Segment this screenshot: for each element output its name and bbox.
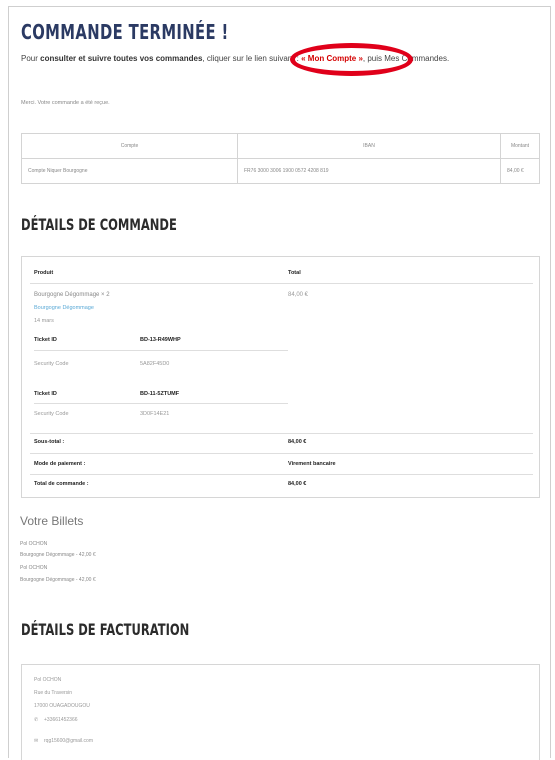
billing-city: 17000 OUAGADOUGOU [34,703,90,709]
security-code-value: 3D0F14E21 [140,411,170,417]
order-total-value: 84,00 € [288,481,307,487]
product-name: Bourgogne Dégommage × 2 [34,292,110,298]
cell-compte: Compte Niquer Bourgogne [21,158,238,184]
cell-iban: FR76 3000 3006 1900 0572 4208 819 [237,158,501,184]
payment-method-value: Virement bancaire [288,461,336,467]
intro-bold: consulter et suivre toutes vos commandes [40,54,203,63]
col-header-iban: IBAN [237,133,501,159]
order-details-box: Produit Total Bourgogne Dégommage × 2 84… [21,256,540,498]
divider [34,403,288,404]
billet-holder: Pol OCHON [20,565,48,571]
account-table: Compte IBAN Montant Compte Niquer Bourgo… [21,133,540,184]
order-details-heading: DÉTAILS DE COMMANDE [21,215,177,234]
cell-montant: 84,00 € [500,158,540,184]
red-highlight-circle [290,43,413,76]
phone-icon: ✆ [34,717,39,723]
ticket-id-value: BD-11-5ZTUMF [140,391,180,397]
security-code-value: 5A82F45D0 [140,361,170,367]
subtotal-value: 84,00 € [288,439,307,445]
ticket-id-value: BD-13-R49WHP [140,337,181,343]
col-header-total: Total [288,270,301,276]
billing-phone-row: ✆ +33661452366 [34,717,78,723]
billing-name: Pol OCHON [34,677,62,683]
billing-email: rqg15600@gmail.com [44,738,93,744]
page-title: COMMANDE TERMINÉE ! [21,20,229,44]
billet-holder: Pol OCHON [20,541,48,547]
divider [30,474,533,475]
billing-street: Rue du Traversin [34,690,73,696]
billing-details-box [21,664,540,760]
product-link[interactable]: Bourgogne Dégommage [34,305,94,311]
ticket-id-label: Ticket ID [34,337,57,343]
billing-phone: +33661452366 [44,717,78,723]
intro-prefix: Pour [21,54,41,63]
billet-item: Bourgogne Dégommage - 42,00 € [20,577,96,583]
divider [30,283,533,284]
envelope-icon: ✉ [34,738,39,744]
billing-email-row: ✉ rqg15600@gmail.com [34,738,93,744]
security-code-label: Security Code [34,411,69,417]
thanks-message: Merci. Votre commande a été reçue. [21,100,110,106]
divider [30,453,533,454]
billet-item: Bourgogne Dégommage - 42,00 € [20,552,96,558]
payment-method-label: Mode de paiement : [34,461,86,467]
col-header-compte: Compte [21,133,238,159]
billing-details-heading: DÉTAILS DE FACTURATION [21,620,190,639]
subtotal-label: Sous-total : [34,439,65,445]
col-header-montant: Montant [500,133,540,159]
security-code-label: Security Code [34,361,69,367]
ticket-id-label: Ticket ID [34,391,57,397]
product-date: 14 mars [34,318,54,324]
intro-middle: , cliquer sur le lien suivant : [202,54,302,63]
product-total: 84,00 € [288,292,309,298]
divider [30,433,533,434]
col-header-product: Produit [34,270,54,276]
billets-heading: Votre Billets [20,514,84,528]
order-total-label: Total de commande : [34,481,89,487]
divider [34,350,288,351]
